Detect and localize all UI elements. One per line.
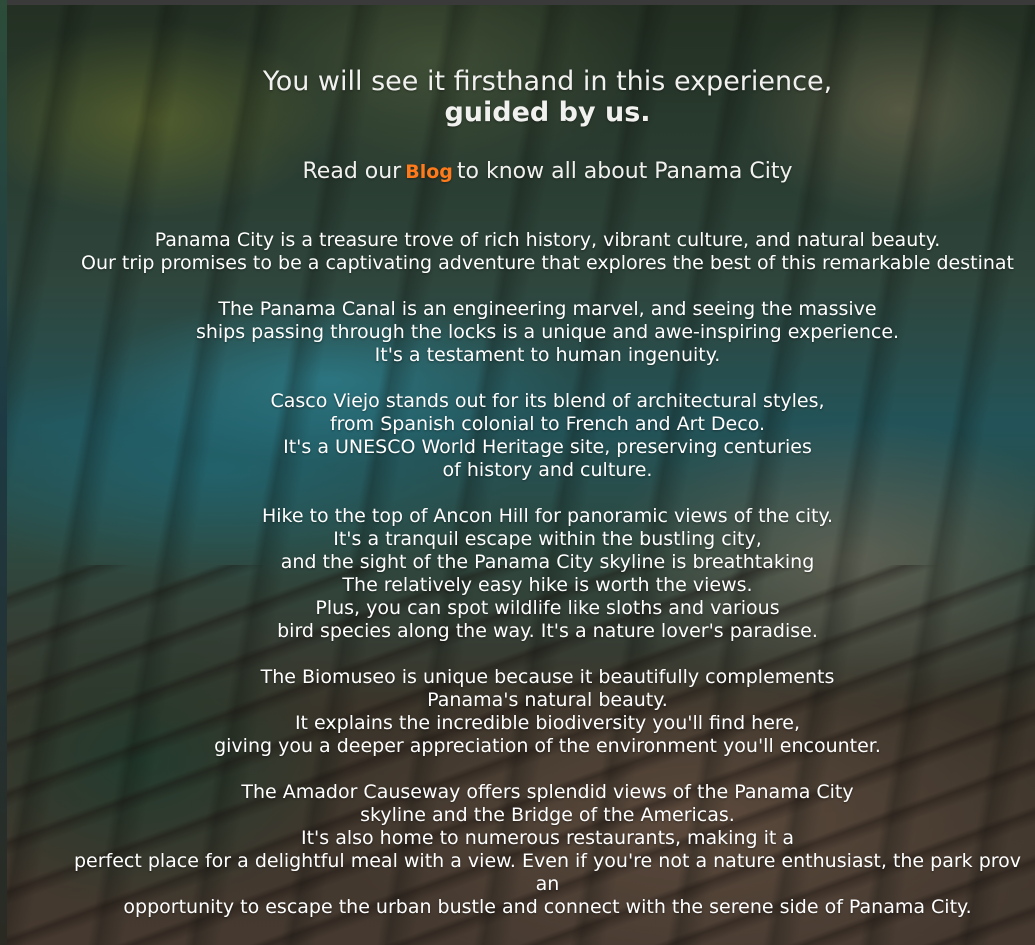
description-line: Hike to the top of Ancon Hill for panora… — [261, 505, 834, 527]
description-line: from Spanish colonial to French and Art … — [329, 413, 766, 435]
description-line: The Biomuseo is unique because it beauti… — [260, 666, 835, 688]
description-line: opportunity to escape the urban bustle a… — [123, 896, 972, 918]
headline-line-2: guided by us. — [444, 97, 651, 128]
description-line: and the sight of the Panama City skyline… — [280, 551, 815, 573]
description-line: Plus, you can spot wildlife like sloths … — [315, 597, 780, 619]
description-paragraph: The Amador Causeway offers splendid view… — [0, 781, 1035, 919]
description-line: ships passing through the locks is a uni… — [195, 321, 900, 343]
description-line: It's a tranquil escape within the bustli… — [333, 528, 762, 550]
description-line: It's a testament to human ingenuity. — [374, 344, 721, 366]
headline: You will see it firsthand in this experi… — [0, 66, 1035, 128]
description-line: bird species along the way. It's a natur… — [277, 620, 818, 642]
blog-prompt: Read our Blog to know all about Panama Cit… — [0, 158, 1035, 186]
description-line: It explains the incredible biodiversity … — [294, 712, 801, 734]
description-line: giving you a deeper appreciation of the … — [214, 735, 881, 757]
content-area: You will see it firsthand in this experi… — [0, 0, 1035, 945]
description-line: The relatively easy hike is worth the vi… — [342, 574, 753, 596]
description-paragraph: Casco Viejo stands out for its blend of … — [0, 390, 1035, 482]
blog-prompt-before: Read our — [302, 159, 402, 184]
description-line: It's also home to numerous restaurants, … — [300, 827, 795, 849]
description-line: an — [535, 873, 560, 895]
blog-prompt-after: to know all about Panama City — [456, 159, 793, 184]
description-line: skyline and the Bridge of the Americas. — [360, 804, 735, 826]
description-line: The Amador Causeway offers splendid view… — [241, 781, 854, 803]
description-text: Panama City is a treasure trove of rich … — [0, 229, 1035, 942]
description-paragraph: The Panama Canal is an engineering marve… — [0, 298, 1035, 367]
description-line: perfect place for a delightful meal with… — [73, 850, 1022, 872]
description-line: of history and culture. — [442, 459, 653, 481]
description-paragraph: The Biomuseo is unique because it beauti… — [0, 666, 1035, 758]
description-line: Panama City is a treasure trove of rich … — [154, 229, 941, 251]
page: You will see it firsthand in this experi… — [0, 0, 1035, 945]
blog-link[interactable]: Blog — [405, 161, 453, 183]
description-line: It's a UNESCO World Heritage site, prese… — [283, 436, 812, 458]
description-line: Panama's natural beauty. — [427, 689, 668, 711]
description-line: Casco Viejo stands out for its blend of … — [270, 390, 825, 412]
headline-line-1: You will see it firsthand in this experi… — [262, 66, 833, 97]
description-line: Our trip promises to be a captivating ad… — [81, 252, 1014, 274]
description-paragraph: Panama City is a treasure trove of rich … — [0, 229, 1035, 275]
description-line: The Panama Canal is an engineering marve… — [218, 298, 877, 320]
description-paragraph: Hike to the top of Ancon Hill for panora… — [0, 505, 1035, 643]
